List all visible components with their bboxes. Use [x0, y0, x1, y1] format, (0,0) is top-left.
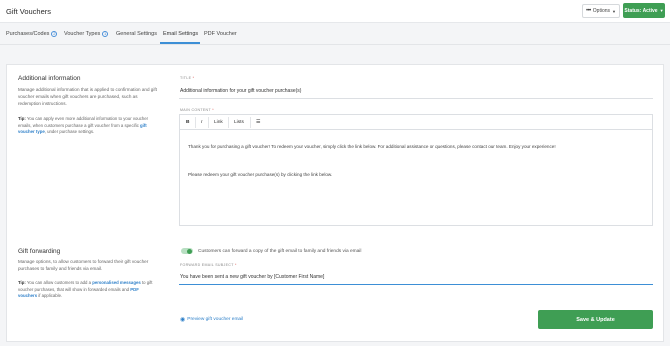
status-label: Status: Active: [624, 7, 658, 14]
count-badge: 2: [51, 31, 58, 37]
title-field-label: Title *: [180, 76, 195, 80]
section-description: Manage options, to allow customers to fo…: [18, 259, 149, 271]
tip-text: if applicable.: [38, 293, 63, 298]
main-content-label: Main content *: [180, 108, 214, 112]
subject-field-label: Forward email subject *: [180, 263, 237, 267]
page-title: Gift Vouchers: [6, 7, 52, 16]
toolbar-divider: [195, 117, 196, 128]
editor-toolbar: B I Link Lists ☰: [180, 115, 652, 130]
app-header: Gift Vouchers ••• Options ▼ Status: Acti…: [0, 0, 670, 23]
preview-label: Preview gift voucher email: [187, 317, 244, 322]
status-button[interactable]: Status: Active ▼: [623, 3, 665, 18]
active-tab-indicator: [160, 42, 200, 44]
tip-label: Tip:: [18, 280, 26, 285]
tab-label: PDF Voucher: [204, 31, 237, 37]
options-button[interactable]: ••• Options ▼: [582, 4, 620, 18]
section-tip: Tip: You can allow customers to add a pe…: [18, 280, 158, 300]
tip-text: You can allow customers to add a: [26, 280, 92, 285]
tab-pdf-voucher[interactable]: PDF Voucher: [204, 31, 237, 37]
italic-button[interactable]: I: [201, 120, 202, 125]
tip-label: Tip:: [18, 116, 26, 121]
forwarding-toggle-label: Customers can forward a copy of the gift…: [198, 249, 362, 254]
tab-label: Voucher Types: [64, 31, 101, 37]
align-icon[interactable]: ☰: [256, 120, 260, 125]
toolbar-divider: [250, 117, 251, 128]
tab-voucher-types[interactable]: Voucher Types 1: [64, 31, 109, 37]
preview-email-link[interactable]: ◉ Preview gift voucher email: [180, 316, 243, 323]
section-heading-additional: Additional information: [18, 75, 81, 82]
link-button[interactable]: Link: [214, 120, 223, 125]
tab-label: General Settings: [116, 31, 157, 37]
lists-button[interactable]: Lists: [234, 120, 244, 125]
toggle-knob: [187, 248, 192, 254]
section-tip: Tip: You can apply even more additional …: [18, 116, 158, 136]
section-description: Manage additional information that is ap…: [18, 87, 157, 106]
editor-paragraph-1: Thank you for purchasing a gift voucher!…: [188, 144, 556, 149]
save-update-button[interactable]: Save & Update: [538, 310, 653, 329]
editor-paragraph-2: Please redeem your gift voucher purchase…: [188, 172, 333, 177]
chevron-down-icon: ▼: [659, 8, 664, 13]
options-label: Options: [592, 8, 611, 14]
chevron-down-icon: ▼: [612, 8, 616, 14]
tip-suffix: , under purchase settings.: [44, 129, 95, 134]
count-badge: 1: [102, 31, 109, 37]
toolbar-divider: [228, 117, 229, 128]
eye-icon: ◉: [180, 317, 186, 323]
subject-field-underline: [179, 284, 653, 285]
tab-purchases-codes[interactable]: Purchases/Codes 2: [6, 31, 58, 37]
tab-general-settings[interactable]: General Settings: [116, 31, 157, 37]
tip-text: You can apply even more additional infor…: [18, 116, 149, 128]
section-heading-forwarding: Gift forwarding: [18, 248, 61, 255]
toolbar-divider: [208, 117, 209, 128]
title-field-underline: [179, 98, 653, 99]
personalised-messages-link[interactable]: personalised messages: [92, 280, 141, 285]
tab-label: Email Settings: [163, 31, 199, 37]
rich-text-editor[interactable]: B I Link Lists ☰ Thank you for purchasin…: [179, 114, 653, 226]
forwarding-toggle[interactable]: [181, 248, 193, 254]
tab-bar: Purchases/Codes 2 Voucher Types 1 Genera…: [0, 23, 670, 45]
title-field[interactable]: Additional information for your gift vou…: [180, 88, 301, 94]
tab-label: Purchases/Codes: [6, 31, 50, 37]
more-dots-icon: •••: [585, 8, 591, 14]
bold-button[interactable]: B: [186, 120, 189, 125]
tab-email-settings[interactable]: Email Settings: [163, 31, 198, 37]
subject-field[interactable]: You have been sent a new gift voucher by…: [180, 274, 324, 280]
